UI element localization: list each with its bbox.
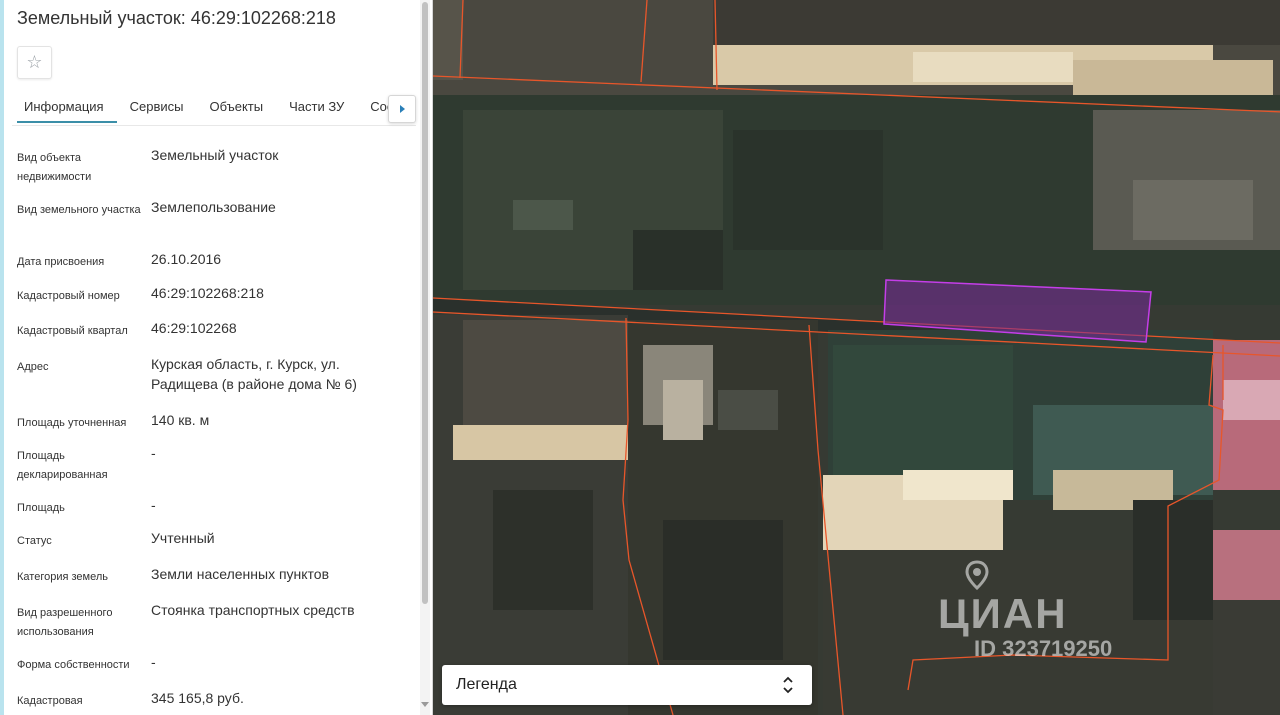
property-label: Кадастровая bbox=[17, 695, 83, 707]
panel-scrollbar-thumb[interactable] bbox=[422, 2, 428, 604]
map-view[interactable] bbox=[433, 0, 1280, 715]
property-value: Учтенный bbox=[151, 530, 215, 546]
property-label: Дата присвоения bbox=[17, 256, 105, 268]
property-value: 140 кв. м bbox=[151, 412, 210, 428]
property-label: Площадь декларированная bbox=[17, 450, 108, 481]
property-value: - bbox=[151, 445, 156, 461]
tab-services[interactable]: Сервисы bbox=[117, 90, 197, 122]
property-value: 345 165,8 руб. bbox=[151, 690, 244, 706]
tab-info[interactable]: Информация bbox=[12, 90, 117, 123]
favorite-button[interactable]: ☆ bbox=[17, 46, 52, 79]
page-title: Земельный участок: 46:29:102268:218 bbox=[17, 8, 336, 28]
chevron-up-down-icon bbox=[783, 676, 793, 694]
property-value: 26.10.2016 bbox=[151, 251, 222, 267]
star-outline-icon: ☆ bbox=[26, 52, 43, 72]
property-value: - bbox=[151, 654, 156, 670]
tab-bar: ИнформацияСервисыОбъектыЧасти ЗУСостав bbox=[12, 90, 416, 126]
tab-parts[interactable]: Части ЗУ bbox=[276, 90, 357, 122]
property-value: Земельный участок bbox=[151, 147, 279, 163]
property-value: 46:29:102268:218 bbox=[151, 285, 264, 301]
satellite-imagery bbox=[433, 0, 1280, 715]
caret-right-icon bbox=[399, 105, 405, 113]
property-label: Адрес bbox=[17, 361, 49, 373]
scroll-down-icon[interactable] bbox=[421, 702, 429, 707]
property-label: Кадастровый номер bbox=[17, 290, 120, 302]
property-label: Площадь bbox=[17, 502, 65, 514]
property-value: Стоянка транспортных средств bbox=[151, 602, 355, 618]
panel-accent-strip bbox=[0, 0, 4, 715]
property-value: - bbox=[151, 497, 156, 513]
property-value: 46:29:102268 bbox=[151, 320, 237, 336]
property-label: Кадастровый квартал bbox=[17, 325, 128, 337]
property-label: Вид разрешенного использования bbox=[17, 607, 113, 638]
property-label: Форма собственности bbox=[17, 659, 130, 671]
property-label: Категория земель bbox=[17, 571, 108, 583]
legend-dropdown[interactable]: Легенда bbox=[442, 665, 812, 705]
property-label: Вид земельного участка bbox=[17, 204, 141, 216]
property-label: Статус bbox=[17, 535, 52, 547]
property-value: Земли населенных пунктов bbox=[151, 566, 330, 582]
property-label: Площадь уточненная bbox=[17, 417, 127, 429]
tabs-next-button[interactable] bbox=[388, 95, 416, 123]
property-label: Вид объекта недвижимости bbox=[17, 152, 92, 183]
property-value: Землепользование bbox=[151, 199, 276, 215]
property-value: Курская область, г. Курск, ул. Радищева … bbox=[151, 356, 357, 392]
info-panel: Земельный участок: 46:29:102268:218 ☆ Ин… bbox=[0, 0, 433, 715]
legend-label: Легенда bbox=[456, 676, 517, 693]
tab-objects[interactable]: Объекты bbox=[196, 90, 276, 122]
